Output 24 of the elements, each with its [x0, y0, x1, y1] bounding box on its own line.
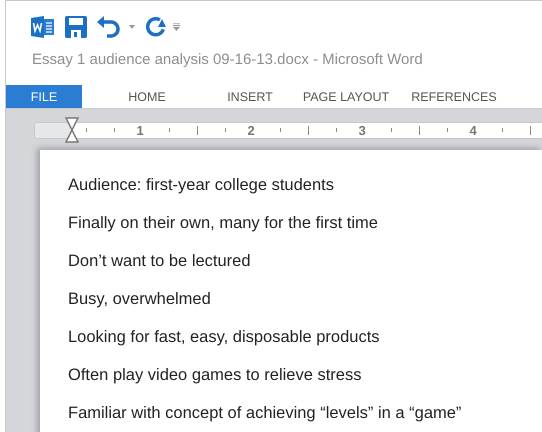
ribbon-tab[interactable]: FILE	[6, 85, 82, 108]
ribbon-tab[interactable]: PAGE LAYOUT	[288, 85, 404, 108]
ribbon-tab[interactable]: HOME	[82, 85, 212, 108]
ruler-number: 2	[248, 123, 255, 138]
bullet-text: Finally on their own, many for the first time	[68, 213, 379, 234]
bullet-text: Audience: first-year college students	[68, 175, 335, 196]
ribbon-tab[interactable]: INSERT	[212, 85, 288, 108]
caret-icon[interactable]	[129, 25, 135, 29]
ruler-number: 3	[358, 123, 366, 138]
bullet-text: Busy, overwhelmed	[68, 289, 212, 310]
bullet-text: Don’t want to be lectured	[68, 251, 252, 272]
ribbon-tab[interactable]: REFERENCES	[404, 85, 504, 108]
ruler-number: 1	[136, 123, 144, 138]
indent-marker-icon[interactable]	[65, 117, 79, 143]
redo-icon[interactable]	[145, 17, 167, 37]
window-title: Essay 1 audience analysis 09-16-13.docx - Microsoft Word	[31, 50, 424, 70]
word-icon[interactable]	[31, 16, 55, 38]
save-icon[interactable]	[65, 16, 87, 38]
customize-caret-icon[interactable]	[173, 23, 180, 31]
ruler-number: 4	[470, 123, 477, 138]
bullet-text: Looking for fast, easy, disposable products	[68, 327, 381, 348]
ruler-margin	[35, 123, 73, 138]
bullet-text: Often play video games to relieve stress	[68, 365, 362, 386]
bullet-text: Familiar with concept of achieving “levels” in a “game”	[68, 403, 462, 424]
